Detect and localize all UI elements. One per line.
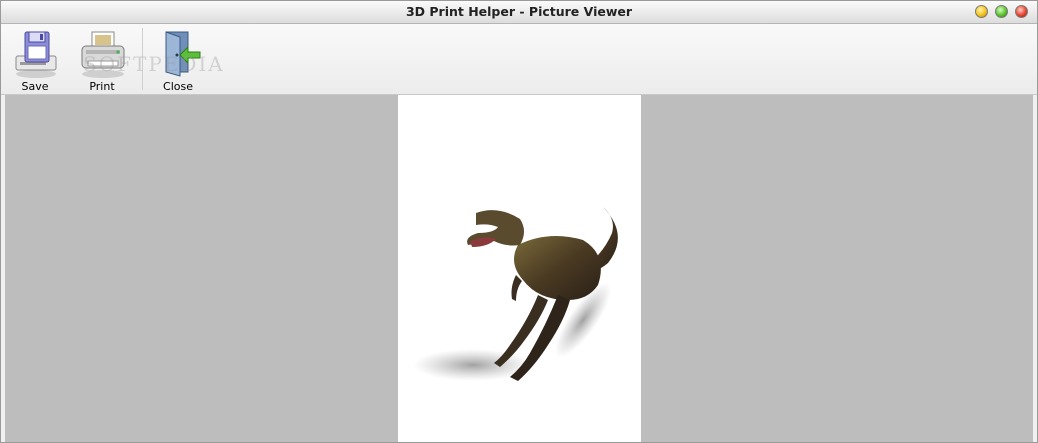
save-label: Save (21, 80, 49, 93)
close-label: Close (163, 80, 193, 93)
window-title: 3D Print Helper - Picture Viewer (405, 4, 633, 19)
softpedia-watermark: SOFTPEDIA (83, 52, 225, 76)
save-button[interactable]: Save (4, 26, 66, 93)
dinosaur-image (413, 207, 618, 381)
close-window-button[interactable] (1015, 5, 1028, 18)
print-page-preview (398, 95, 641, 442)
floppy-disk-icon (15, 31, 57, 78)
print-label: Print (89, 80, 115, 93)
minimize-button[interactable] (975, 5, 988, 18)
toolbar: Save Print Close SOFTPEDIA (1, 24, 1037, 95)
title-bar[interactable]: 3D Print Helper - Picture Viewer (1, 1, 1037, 24)
picture-viewer-window: 3D Print Helper - Picture Viewer Save Pr… (0, 0, 1038, 443)
maximize-button[interactable] (995, 5, 1008, 18)
picture-viewport[interactable] (5, 95, 1033, 442)
